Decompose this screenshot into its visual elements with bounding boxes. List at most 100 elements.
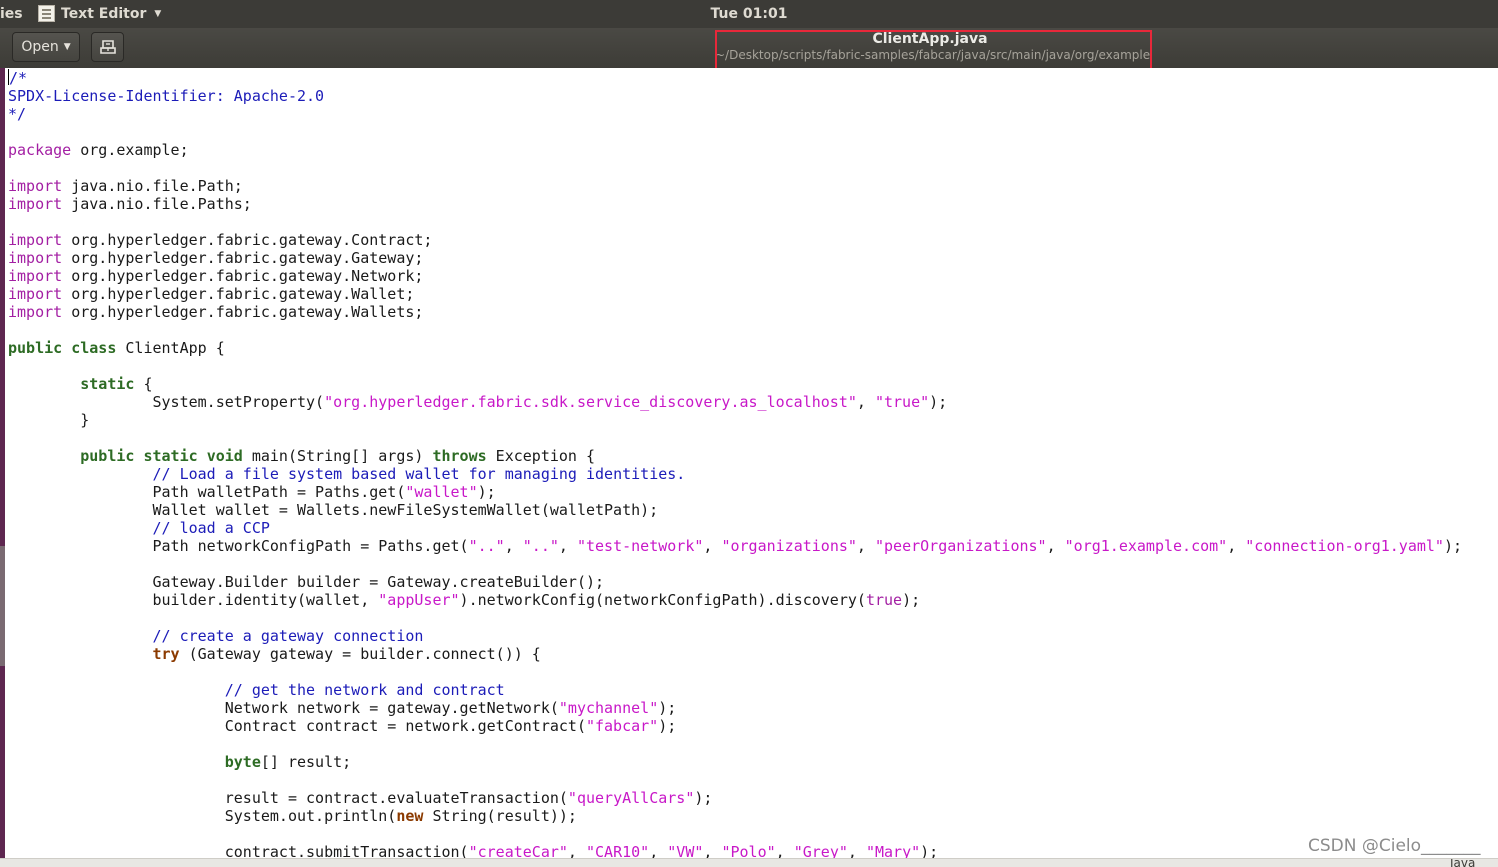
- code-line[interactable]: contract.submitTransaction("createCar", …: [8, 843, 1462, 858]
- code-line[interactable]: package org.example;: [8, 141, 1462, 159]
- code-token: );: [920, 843, 939, 858]
- code-token: "VW": [667, 843, 704, 858]
- open-button[interactable]: Open ▼: [12, 32, 80, 62]
- code-token: );: [477, 483, 496, 501]
- code-token: "test-network": [576, 537, 704, 555]
- code-line[interactable]: }: [8, 411, 1462, 429]
- code-token: Exception {: [486, 447, 596, 465]
- code-token: }: [8, 411, 90, 429]
- code-line[interactable]: */: [8, 105, 1462, 123]
- code-line[interactable]: import java.nio.file.Paths;: [8, 195, 1462, 213]
- code-line[interactable]: [8, 609, 1462, 627]
- code-token: contract.submitTransaction(: [8, 843, 469, 858]
- code-token: ,: [703, 843, 722, 858]
- code-token: import: [8, 285, 63, 303]
- code-token: ,: [775, 843, 794, 858]
- code-token: /*: [9, 69, 28, 87]
- code-token: static: [80, 375, 135, 393]
- code-token: import: [8, 195, 63, 213]
- code-token: package: [8, 141, 72, 159]
- code-token: org.hyperledger.fabric.gateway.Wallet;: [62, 285, 415, 303]
- code-line[interactable]: [8, 159, 1462, 177]
- code-line[interactable]: [8, 429, 1462, 447]
- code-line[interactable]: import org.hyperledger.fabric.gateway.Co…: [8, 231, 1462, 249]
- code-line[interactable]: Wallet wallet = Wallets.newFileSystemWal…: [8, 501, 1462, 519]
- code-line[interactable]: System.setProperty("org.hyperledger.fabr…: [8, 393, 1462, 411]
- code-line[interactable]: // create a gateway connection: [8, 627, 1462, 645]
- code-token: "Grey": [793, 843, 848, 858]
- code-token: ,: [856, 393, 875, 411]
- code-token: System.out.println(: [8, 807, 397, 825]
- code-line[interactable]: import java.nio.file.Path;: [8, 177, 1462, 195]
- code-token: "true": [874, 393, 930, 411]
- code-line[interactable]: result = contract.evaluateTransaction("q…: [8, 789, 1462, 807]
- code-line[interactable]: [8, 663, 1462, 681]
- code-line[interactable]: public class ClientApp {: [8, 339, 1462, 357]
- code-line[interactable]: Path walletPath = Paths.get("wallet");: [8, 483, 1462, 501]
- code-token: org.hyperledger.fabric.gateway.Gateway;: [62, 249, 424, 267]
- code-line[interactable]: Contract contract = network.getContract(…: [8, 717, 1462, 735]
- code-token: Contract contract = network.getContract(: [8, 717, 586, 735]
- code-line[interactable]: [8, 213, 1462, 231]
- code-token: "createCar": [468, 843, 568, 858]
- code-token: Network network = gateway.getNetwork(: [8, 699, 559, 717]
- code-token: "mychannel": [558, 699, 659, 717]
- code-token: void: [206, 447, 243, 465]
- code-line[interactable]: /*: [8, 69, 1462, 87]
- code-token: import: [8, 303, 63, 321]
- code-token: (Gateway gateway = builder.connect()) {: [179, 645, 541, 663]
- code-line[interactable]: // Load a file system based wallet for m…: [8, 465, 1462, 483]
- code-token: org.hyperledger.fabric.gateway.Contract;: [62, 231, 433, 249]
- code-line[interactable]: try (Gateway gateway = builder.connect()…: [8, 645, 1462, 663]
- code-line[interactable]: builder.identity(wallet, "appUser").netw…: [8, 591, 1462, 609]
- code-line[interactable]: [8, 825, 1462, 843]
- code-line[interactable]: Gateway.Builder builder = Gateway.create…: [8, 573, 1462, 591]
- code-token: ,: [504, 537, 523, 555]
- code-token: );: [902, 591, 921, 609]
- code-line[interactable]: import org.hyperledger.fabric.gateway.Ne…: [8, 267, 1462, 285]
- code-token: import: [8, 249, 63, 267]
- code-line[interactable]: [8, 735, 1462, 753]
- code-line[interactable]: [8, 321, 1462, 339]
- code-line[interactable]: byte[] result;: [8, 753, 1462, 771]
- code-line[interactable]: System.out.println(new String(result));: [8, 807, 1462, 825]
- code-token: );: [694, 789, 713, 807]
- top-panel: ies Text Editor ▼ Tue 01:01: [0, 0, 1498, 28]
- code-line[interactable]: SPDX-License-Identifier: Apache-2.0: [8, 87, 1462, 105]
- code-line[interactable]: Network network = gateway.getNetwork("my…: [8, 699, 1462, 717]
- code-line[interactable]: Path networkConfigPath = Paths.get("..",…: [8, 537, 1462, 555]
- save-document-icon: [99, 40, 116, 54]
- code-line[interactable]: [8, 555, 1462, 573]
- save-button[interactable]: [91, 32, 124, 62]
- code-token: System.setProperty(: [8, 393, 325, 411]
- clock[interactable]: Tue 01:01: [0, 6, 1498, 22]
- code-token: ,: [856, 537, 875, 555]
- chevron-down-icon: ▼: [63, 42, 71, 52]
- code-token: Path networkConfigPath = Paths.get(: [8, 537, 469, 555]
- code-token: org.hyperledger.fabric.gateway.Network;: [62, 267, 424, 285]
- code-token: // get the network and contract: [224, 681, 505, 699]
- code-line[interactable]: [8, 357, 1462, 375]
- code-line[interactable]: // load a CCP: [8, 519, 1462, 537]
- code-token: "connection-org1.yaml": [1245, 537, 1444, 555]
- code-token: try: [152, 645, 180, 663]
- code-text[interactable]: /* SPDX-License-Identifier: Apache-2.0 */ …: [8, 69, 1462, 858]
- code-token: throws: [432, 447, 487, 465]
- code-line[interactable]: [8, 123, 1462, 141]
- code-line[interactable]: // get the network and contract: [8, 681, 1462, 699]
- code-token: Wallet wallet = Wallets.newFileSystemWal…: [8, 501, 659, 519]
- code-line[interactable]: import org.hyperledger.fabric.gateway.Wa…: [8, 303, 1462, 321]
- code-line[interactable]: import org.hyperledger.fabric.gateway.Ga…: [8, 249, 1462, 267]
- code-line[interactable]: import org.hyperledger.fabric.gateway.Wa…: [8, 285, 1462, 303]
- code-token: import: [8, 177, 63, 195]
- code-line[interactable]: static {: [8, 375, 1462, 393]
- code-token: "organizations": [721, 537, 857, 555]
- code-line[interactable]: [8, 771, 1462, 789]
- code-editor[interactable]: /* SPDX-License-Identifier: Apache-2.0 */ …: [5, 68, 1498, 858]
- code-token: ,: [1046, 537, 1065, 555]
- code-token: // create a gateway connection: [152, 627, 424, 645]
- code-line[interactable]: public static void main(String[] args) t…: [8, 447, 1462, 465]
